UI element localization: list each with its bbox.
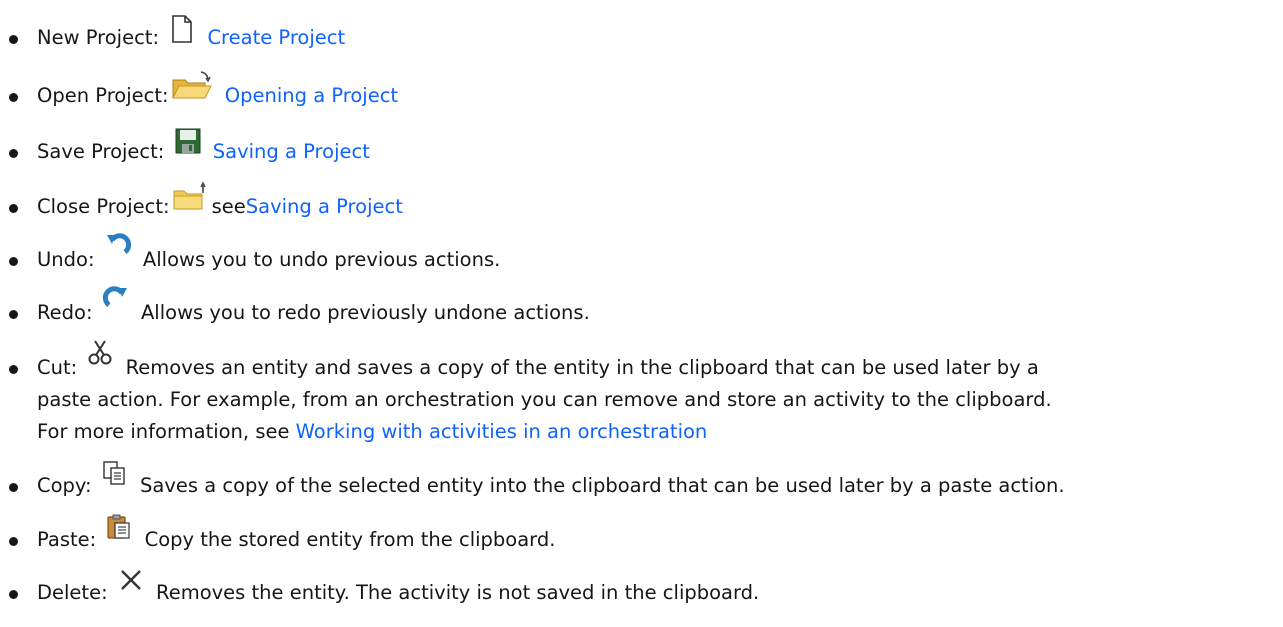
copy-description: Saves a copy of the selected entity into…	[140, 474, 1065, 497]
new-file-icon	[169, 15, 195, 48]
bullet	[9, 537, 18, 546]
opening-a-project-link[interactable]: Opening a Project	[225, 84, 398, 107]
copy-icon	[102, 461, 128, 496]
item-term: Close Project:	[37, 195, 170, 218]
bullet	[9, 149, 18, 158]
create-project-link[interactable]: Create Project	[207, 26, 345, 49]
paste-icon	[106, 514, 132, 550]
saving-a-project-link[interactable]: Saving a Project	[213, 140, 370, 163]
item-term: Copy:	[37, 474, 92, 497]
item-term: Open Project:	[37, 84, 169, 107]
delete-x-icon	[118, 570, 144, 603]
item-term: Paste:	[37, 528, 97, 551]
item-term: Redo:	[37, 301, 93, 324]
bullet	[9, 590, 18, 599]
paste-description: Copy the stored entity from the clipboar…	[144, 528, 556, 551]
bullet	[9, 257, 18, 266]
redo-description: Allows you to redo previously undone act…	[140, 301, 590, 324]
undo-icon	[105, 233, 131, 270]
floppy-disk-icon	[175, 128, 201, 162]
cut-description-line-3: For more information, see	[37, 420, 296, 443]
close-folder-icon	[172, 181, 206, 217]
item-term: Save Project:	[37, 140, 165, 163]
item-term: Delete:	[37, 581, 108, 604]
scissors-icon	[87, 340, 113, 378]
bullet	[9, 310, 18, 319]
item-term: New Project:	[37, 26, 160, 49]
item-term: Cut:	[37, 356, 78, 379]
bullet	[9, 365, 18, 374]
bullet	[9, 483, 18, 492]
redo-icon	[102, 286, 129, 323]
see-prefix: see	[211, 195, 246, 218]
cut-description-line-2: paste action. For example, from an orche…	[37, 388, 1052, 411]
bullet	[9, 93, 18, 102]
undo-description: Allows you to undo previous actions.	[142, 248, 501, 271]
saving-a-project-link-2[interactable]: Saving a Project	[246, 195, 403, 218]
cut-description-line-1: Removes an entity and saves a copy of th…	[125, 356, 1039, 379]
open-folder-icon	[171, 71, 213, 106]
delete-description: Removes the entity. The activity is not …	[156, 581, 760, 604]
bullet	[9, 204, 18, 213]
bullet	[9, 35, 18, 44]
working-with-activities-link[interactable]: Working with activities in an orchestrat…	[296, 420, 708, 443]
item-term: Undo:	[37, 248, 95, 271]
